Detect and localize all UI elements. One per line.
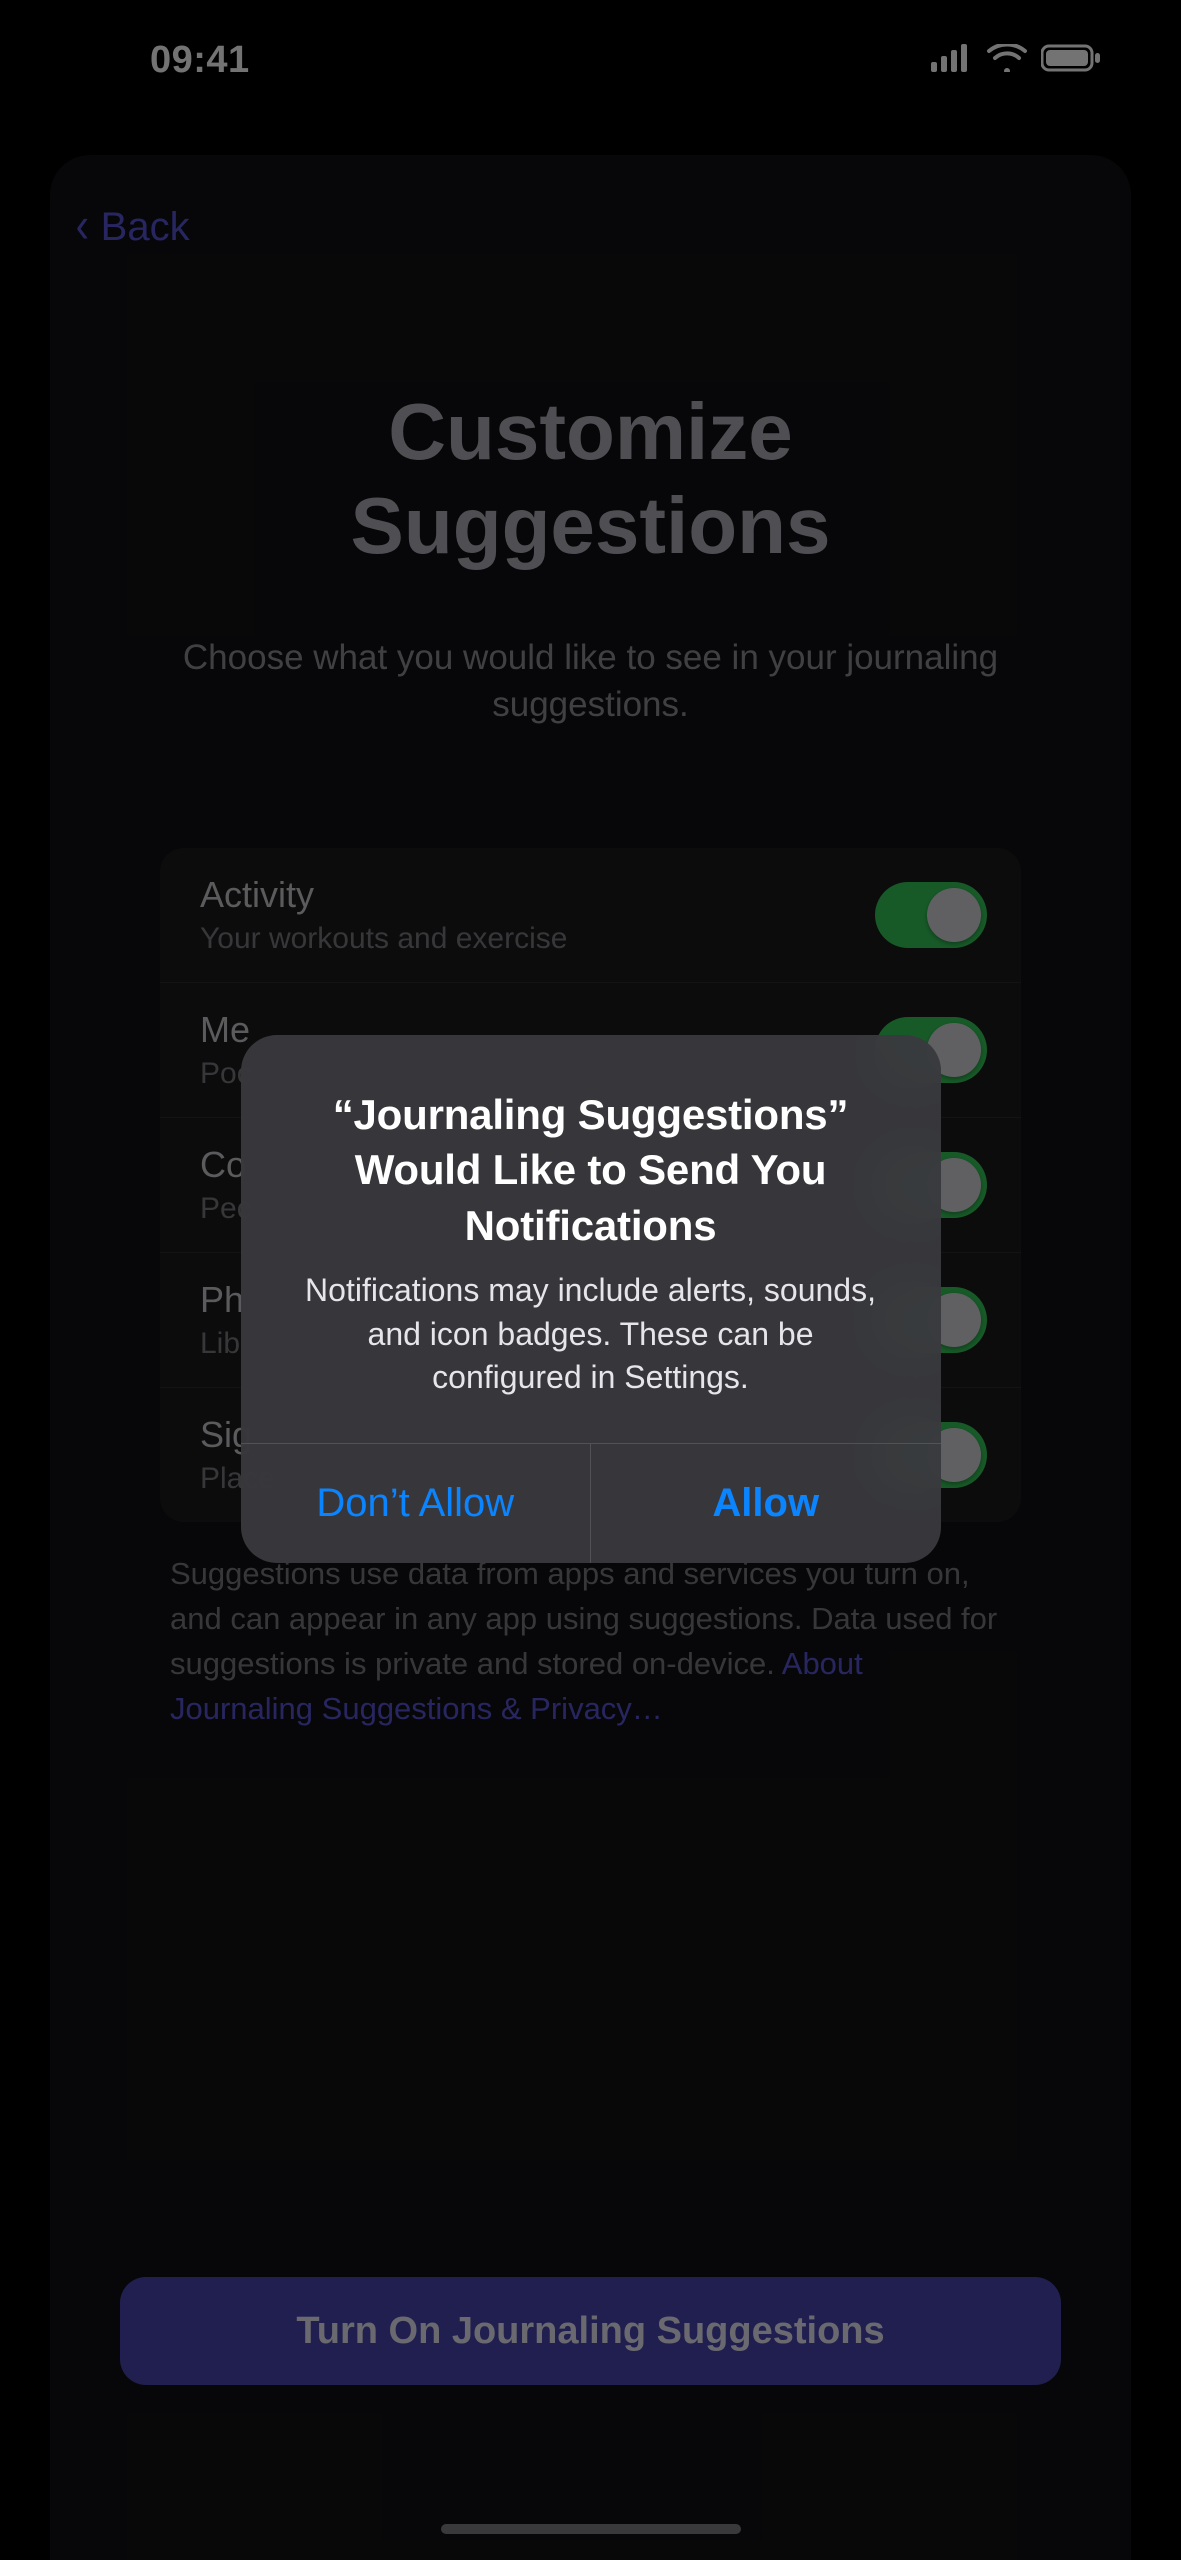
alert-allow-button[interactable]: Allow (591, 1444, 941, 1563)
notification-permission-alert: “Journaling Suggestions” Would Like to S… (241, 1035, 941, 1563)
alert-dont-allow-button[interactable]: Don’t Allow (241, 1444, 591, 1563)
alert-message: Notifications may include alerts, sounds… (291, 1269, 891, 1399)
alert-title: “Journaling Suggestions” Would Like to S… (291, 1087, 891, 1253)
